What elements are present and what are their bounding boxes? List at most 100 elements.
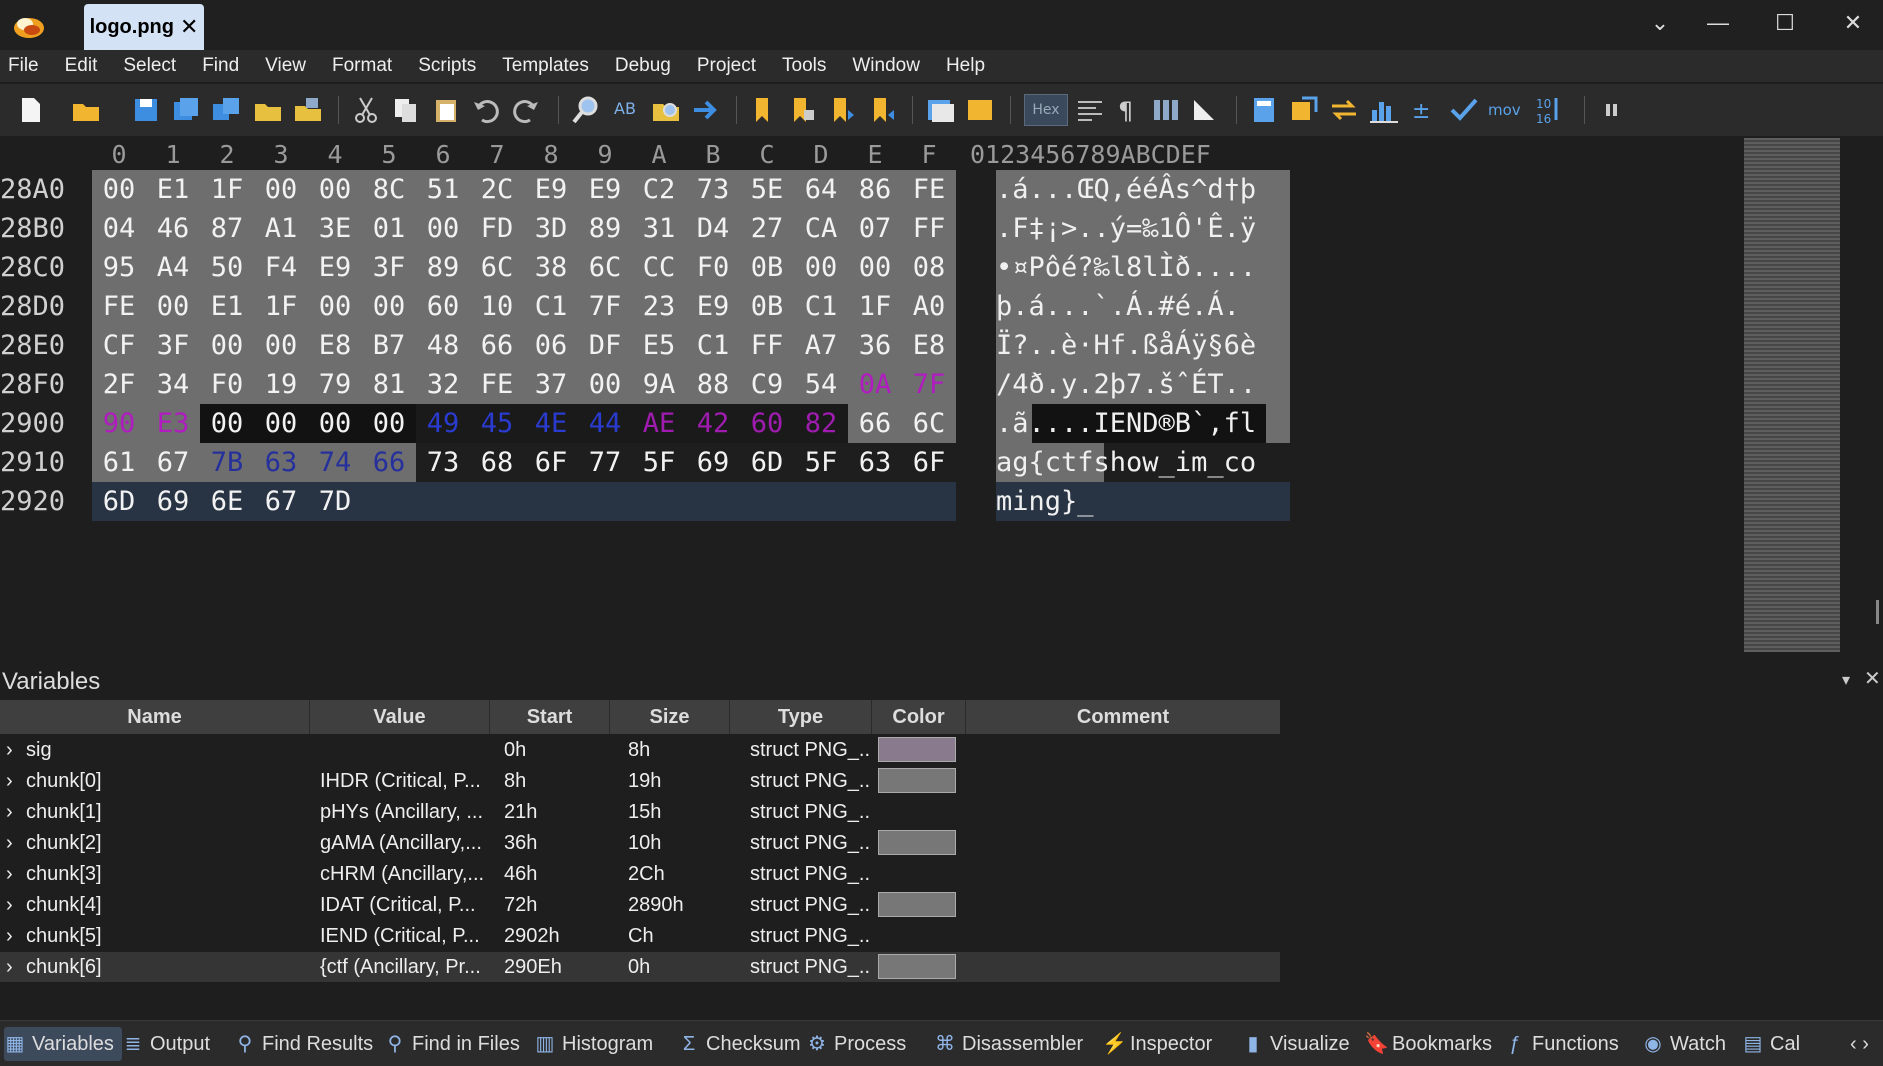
ascii-row[interactable]: Ï?..è·Hf.ßåÁÿ§6è [996, 326, 1256, 365]
color-swatch[interactable] [878, 830, 956, 855]
hex-byte[interactable]: 87 [200, 209, 254, 248]
close-tab-icon[interactable]: ✕ [180, 14, 198, 40]
toggle-bookmark-icon[interactable] [786, 94, 818, 126]
hex-byte[interactable]: AE [632, 404, 686, 443]
hex-byte[interactable]: 82 [794, 404, 848, 443]
expand-chevron-icon[interactable]: › [6, 952, 22, 982]
column-comment[interactable]: Comment [966, 700, 1280, 734]
ascii-row[interactable]: /4ð.y.2þ7.šˆÉT.. [996, 365, 1256, 404]
variable-row[interactable]: › chunk[6] {ctf (Ancillary, Pr... 290Eh 0h st… [0, 952, 1280, 982]
hex-byte[interactable]: 7F [902, 365, 956, 404]
save-all-icon[interactable] [210, 94, 242, 126]
hex-byte[interactable]: 23 [632, 287, 686, 326]
variable-row[interactable]: › sig 0h 8h struct PNG_... [0, 735, 1280, 765]
hex-byte[interactable]: E5 [632, 326, 686, 365]
maximize-button[interactable]: ☐ [1755, 0, 1815, 46]
ascii-row[interactable]: ming}_ [996, 482, 1094, 521]
ascii-row[interactable]: ag{ctfshow_im_co [996, 443, 1256, 482]
hex-byte[interactable]: 4E [524, 404, 578, 443]
workspace-icon[interactable] [292, 94, 324, 126]
menu-edit[interactable]: Edit [52, 55, 111, 77]
save-icon[interactable] [130, 94, 162, 126]
bottom-tab-functions[interactable]: ƒ Functions [1504, 1027, 1618, 1061]
columns-icon[interactable] [1150, 94, 1182, 126]
file-tab[interactable]: logo.png ✕ [84, 4, 204, 50]
bottom-tab-histogram[interactable]: ▥ Histogram [534, 1027, 654, 1061]
variable-row[interactable]: › chunk[5] IEND (Critical, P... 2902h Ch stru… [0, 921, 1280, 951]
column-name[interactable]: Name [0, 700, 310, 734]
variable-row[interactable]: › chunk[1] pHYs (Ancillary, ... 21h 15h struc… [0, 797, 1280, 827]
hex-byte[interactable]: 27 [740, 209, 794, 248]
hex-byte[interactable]: 00 [848, 248, 902, 287]
hex-byte[interactable]: 45 [470, 404, 524, 443]
hex-byte[interactable]: E9 [686, 287, 740, 326]
hex-byte[interactable]: 04 [92, 209, 146, 248]
hex-byte[interactable]: 63 [848, 443, 902, 482]
variable-row[interactable]: › chunk[0] IHDR (Critical, P... 8h 19h struct… [0, 766, 1280, 796]
hex-byte[interactable]: 89 [416, 248, 470, 287]
hex-byte[interactable]: 51 [416, 170, 470, 209]
hex-byte[interactable]: 1F [848, 287, 902, 326]
hex-byte[interactable]: 44 [578, 404, 632, 443]
open-project-icon[interactable] [252, 94, 284, 126]
hex-byte[interactable]: 3E [308, 209, 362, 248]
color-swatch[interactable] [878, 954, 956, 979]
hex-byte[interactable]: 61 [92, 443, 146, 482]
hex-byte[interactable]: 3D [524, 209, 578, 248]
hex-byte[interactable]: 00 [200, 326, 254, 365]
hex-byte[interactable]: 3F [362, 248, 416, 287]
hex-byte[interactable]: 38 [524, 248, 578, 287]
hex-byte[interactable]: 0A [848, 365, 902, 404]
hex-byte[interactable]: 19 [254, 365, 308, 404]
hex-byte[interactable]: 00 [416, 209, 470, 248]
hex-byte[interactable]: 89 [578, 209, 632, 248]
hex-byte[interactable]: 00 [308, 170, 362, 209]
hex-byte[interactable]: 6F [902, 443, 956, 482]
copy-icon[interactable] [390, 94, 422, 126]
hex-byte[interactable]: CA [794, 209, 848, 248]
convert-base-icon[interactable]: 1016 [1534, 94, 1566, 126]
next-bookmark-icon[interactable] [826, 94, 858, 126]
color-swatch[interactable] [878, 768, 956, 793]
menu-find[interactable]: Find [189, 55, 252, 77]
hex-byte[interactable]: 64 [794, 170, 848, 209]
hex-byte[interactable]: 69 [686, 443, 740, 482]
hex-byte[interactable]: B7 [362, 326, 416, 365]
compare-icon[interactable] [924, 94, 956, 126]
hex-byte[interactable]: 46 [146, 209, 200, 248]
hex-byte[interactable]: 60 [740, 404, 794, 443]
bottom-tab-find-in-files[interactable]: ⚲ Find in Files [384, 1027, 520, 1061]
column-value[interactable]: Value [310, 700, 490, 734]
paste-icon[interactable] [430, 94, 462, 126]
hex-byte[interactable]: 37 [524, 365, 578, 404]
column-type[interactable]: Type [730, 700, 872, 734]
show-whitespace-icon[interactable]: ¶ [1112, 94, 1144, 126]
hex-byte[interactable]: 7B [200, 443, 254, 482]
hex-byte[interactable]: 73 [686, 170, 740, 209]
hex-byte[interactable]: F0 [200, 365, 254, 404]
ascii-row[interactable]: .ã....IEND®B`‚fl [996, 404, 1256, 443]
bottom-tab-find-results[interactable]: ⚲ Find Results [234, 1027, 373, 1061]
hex-byte[interactable]: 00 [578, 365, 632, 404]
hex-byte[interactable]: E9 [578, 170, 632, 209]
hex-byte[interactable]: 00 [200, 404, 254, 443]
new-file-icon[interactable] [14, 94, 46, 126]
bottom-tab-visualize[interactable]: ▮ Visualize [1242, 1027, 1349, 1061]
hex-byte[interactable]: F0 [686, 248, 740, 287]
menu-tools[interactable]: Tools [769, 55, 839, 77]
hex-byte[interactable]: E9 [524, 170, 578, 209]
hex-byte[interactable]: 77 [578, 443, 632, 482]
hex-byte[interactable]: 6C [902, 404, 956, 443]
hex-byte[interactable]: FE [92, 287, 146, 326]
hex-byte[interactable]: E1 [146, 170, 200, 209]
hex-byte[interactable]: 00 [254, 404, 308, 443]
hex-byte[interactable]: C2 [632, 170, 686, 209]
hex-byte[interactable]: 49 [416, 404, 470, 443]
hex-byte[interactable]: 32 [416, 365, 470, 404]
hex-byte[interactable]: FE [902, 170, 956, 209]
hex-byte[interactable]: 69 [146, 482, 200, 521]
hex-byte[interactable]: 6C [470, 248, 524, 287]
hex-byte[interactable]: E9 [308, 248, 362, 287]
hex-byte[interactable]: 06 [524, 326, 578, 365]
histogram-icon[interactable] [1368, 94, 1400, 126]
